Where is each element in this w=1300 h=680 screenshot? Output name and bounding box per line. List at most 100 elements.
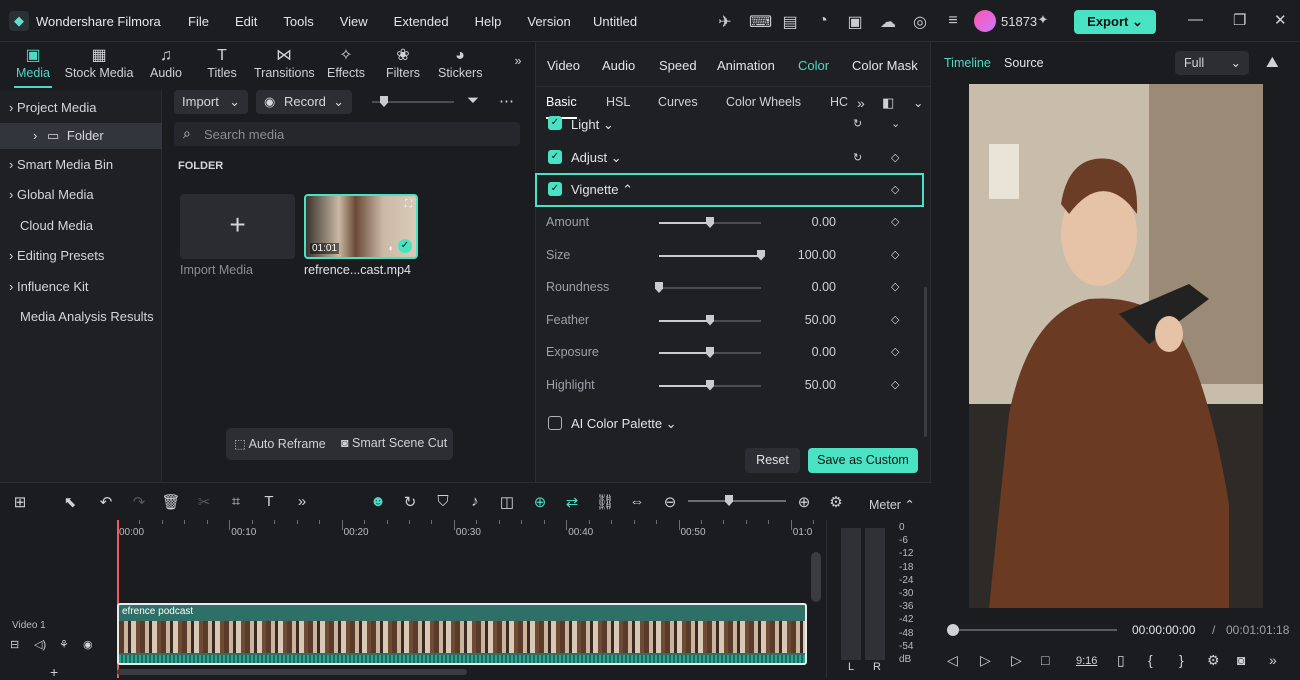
slider-thumb[interactable] — [706, 379, 714, 391]
section-vignette[interactable]: ✓ Vignette ⌃ ◇ — [535, 177, 931, 203]
send-icon[interactable]: ✈ — [716, 12, 734, 32]
layout-icon[interactable]: ▤ — [781, 12, 799, 32]
slider-value[interactable]: 100.00 — [798, 248, 836, 262]
sidebar-item-smart-media-bin[interactable]: › Smart Media Bin — [0, 152, 162, 178]
snapshot-view-icon[interactable]: ⛰ — [1266, 54, 1279, 71]
sparkle-icon[interactable]: ✦ — [1034, 12, 1052, 28]
sidebar-item-cloud-media[interactable]: Cloud Media — [0, 213, 162, 239]
tab-audio-prop[interactable]: Audio — [602, 58, 635, 73]
slider-track[interactable] — [659, 249, 765, 261]
menu-help[interactable]: Help — [475, 14, 502, 29]
slider-track[interactable] — [655, 282, 761, 293]
sidebar-item-editing-presets[interactable]: › Editing Presets — [0, 243, 162, 269]
camera-icon[interactable]: ◙ — [1237, 652, 1245, 668]
slider-thumb[interactable] — [706, 347, 714, 358]
sidebar-item-folder[interactable]: › ▭ Folder — [0, 123, 162, 149]
zoom-slider-thumb[interactable] — [725, 495, 733, 506]
zoom-in-icon[interactable]: ⊕ — [794, 493, 814, 511]
menu-file[interactable]: File — [188, 14, 209, 29]
export-button[interactable]: Export ⌄ — [1074, 10, 1156, 34]
timeline-settings-icon[interactable]: ⚙ — [826, 493, 846, 511]
slider-track[interactable] — [659, 347, 761, 358]
slider-thumb[interactable] — [706, 314, 714, 326]
section-light[interactable]: ✓ Light ⌄ ↻ ⌄ — [535, 115, 931, 135]
save-icon[interactable]: ▣ — [846, 12, 864, 32]
slider-track[interactable] — [659, 314, 761, 326]
save-as-custom-button[interactable]: Save as Custom — [808, 448, 918, 473]
reset-adjust-icon[interactable]: ↻ — [853, 151, 862, 164]
keyframe-diamond-icon[interactable]: ◇ — [891, 215, 899, 228]
adjust-checkbox[interactable]: ✓ — [548, 150, 562, 164]
section-ai-color-palette[interactable]: AI Color Palette ⌄ — [535, 411, 931, 437]
snap-icon[interactable]: ⊕ — [530, 493, 550, 511]
layout-grid-icon[interactable]: ⊞ — [10, 493, 30, 511]
mark-out-icon[interactable]: } — [1179, 652, 1184, 668]
search-input[interactable]: ⌕ Search media — [174, 122, 520, 146]
more-controls-icon[interactable]: » — [1269, 652, 1277, 668]
keyframe-diamond-icon[interactable]: ◇ — [891, 345, 899, 358]
ai-copilot-icon[interactable]: ☻ — [368, 493, 388, 510]
timeline-horizontal-scrollbar[interactable] — [117, 669, 467, 675]
tab-timeline-preview[interactable]: Timeline — [944, 56, 991, 70]
collapse-light-icon[interactable]: ⌄ — [891, 117, 900, 130]
auto-ripple-icon[interactable]: ⇄ — [562, 493, 582, 511]
menu-view[interactable]: View — [340, 14, 368, 29]
tab-speed[interactable]: Speed — [659, 58, 697, 73]
support-icon[interactable]: ◎ — [911, 12, 929, 32]
tab-animation[interactable]: Animation — [717, 58, 775, 73]
keyboard-icon[interactable]: ⌨ — [749, 12, 772, 32]
fit-timeline-icon[interactable]: ⇔ — [627, 493, 647, 510]
voice-icon[interactable]: ♪ — [465, 493, 485, 510]
sidebar-item-global-media[interactable]: › Global Media — [0, 182, 162, 208]
more-tabs-icon[interactable]: » — [510, 54, 526, 68]
slider-thumb[interactable] — [706, 217, 714, 228]
section-adjust[interactable]: ✓ Adjust ⌄ ↻ ◇ — [535, 145, 931, 171]
media-clip-thumbnail[interactable]: ⛶ 01:01 ◐ ✓ — [304, 194, 418, 259]
tab-color-mask[interactable]: Color Mask — [852, 58, 918, 73]
pip-icon[interactable]: ◫ — [497, 493, 517, 511]
mark-clip-icon[interactable]: ▯ — [1117, 652, 1125, 669]
tab-filters[interactable]: ❀ Filters — [385, 46, 421, 80]
smart-scene-cut-button[interactable]: ◙ Smart Scene Cut — [341, 436, 447, 450]
slider-track[interactable] — [659, 217, 761, 228]
subtab-hc[interactable]: HC — [830, 95, 848, 109]
menu-extended[interactable]: Extended — [394, 14, 449, 29]
track-eye-icon[interactable]: ◉ — [83, 638, 93, 651]
track-audio-icon[interactable]: ◁) — [34, 638, 46, 651]
credits-count[interactable]: 51873 — [1001, 14, 1037, 29]
subtab-color-wheels[interactable]: Color Wheels — [726, 95, 801, 109]
preview-progress-bar[interactable] — [947, 624, 1117, 636]
more-options-icon[interactable]: ⋯ — [499, 92, 514, 110]
tab-media[interactable]: ▣ Media — [14, 46, 52, 88]
settings-icon[interactable]: ⚙ — [1207, 652, 1220, 669]
tab-audio[interactable]: ♫ Audio — [147, 46, 185, 80]
ai-palette-checkbox[interactable] — [548, 416, 562, 430]
light-checkbox[interactable]: ✓ — [548, 116, 562, 130]
keyframe-diamond-icon[interactable]: ◇ — [891, 280, 899, 293]
track-lock-icon[interactable]: ⊟ — [10, 638, 19, 651]
import-media-card[interactable]: + — [180, 194, 295, 259]
slider-thumb[interactable] — [655, 282, 663, 293]
tab-video[interactable]: Video — [547, 58, 580, 73]
slider-thumb[interactable] — [757, 249, 765, 261]
sidebar-item-media-analysis[interactable]: Media Analysis Results — [0, 304, 162, 330]
timeline-video-clip[interactable]: efrence podcast — [117, 603, 807, 665]
collapse-icon[interactable]: ⌄ — [913, 95, 923, 110]
text-tool-icon[interactable]: T — [259, 493, 279, 510]
record-dropdown[interactable]: ◉ Record ⌄ — [256, 90, 352, 114]
slider-value[interactable]: 50.00 — [805, 378, 836, 392]
menu-list-icon[interactable]: ≡ — [944, 12, 962, 30]
avatar[interactable] — [974, 10, 996, 32]
thumbnail-size-slider[interactable] — [372, 96, 454, 107]
select-tool-icon[interactable]: ⬉ — [60, 493, 80, 511]
tab-effects[interactable]: ✧ Effects — [326, 46, 366, 80]
compare-icon[interactable]: ◧ — [882, 95, 894, 111]
meter-dropdown[interactable]: Meter ⌃ — [869, 497, 915, 512]
menu-tools[interactable]: Tools — [283, 14, 313, 29]
tab-source-preview[interactable]: Source — [1004, 56, 1044, 70]
timeline-vertical-scrollbar[interactable] — [811, 552, 821, 602]
more-tools-icon[interactable]: » — [292, 493, 312, 510]
link-icon[interactable]: ⛓ — [595, 493, 615, 511]
tab-stock-media[interactable]: ▦ Stock Media — [64, 46, 134, 80]
close-icon[interactable]: ✕ — [1274, 11, 1287, 29]
